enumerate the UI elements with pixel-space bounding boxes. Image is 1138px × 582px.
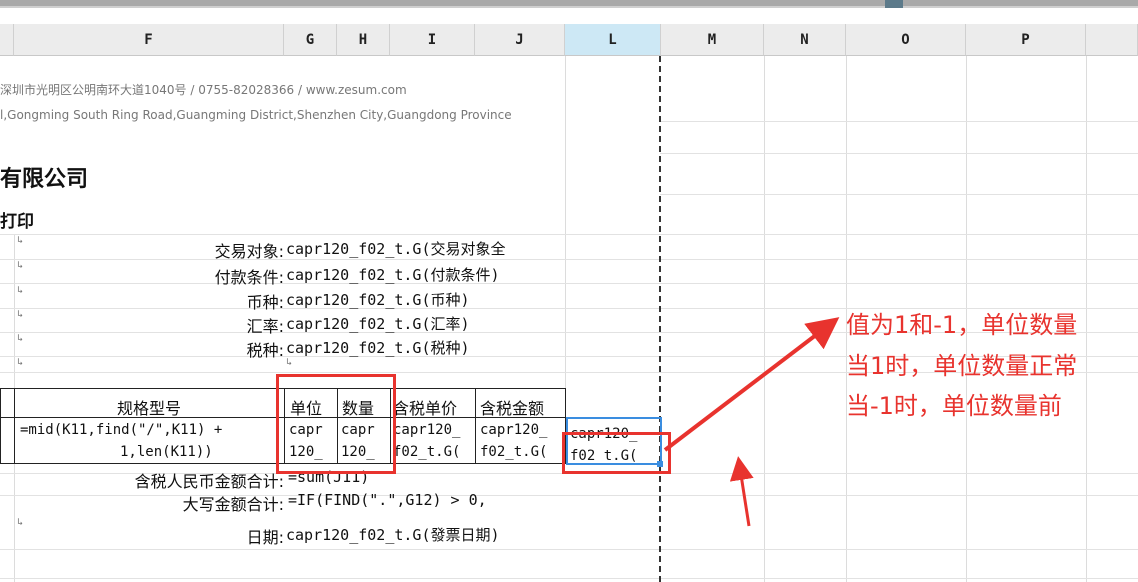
annotation-line-2: 当1时，单位数量正常	[846, 352, 1078, 380]
arrow-to-annotation	[663, 317, 840, 452]
annotation-arrows	[663, 317, 840, 527]
annotation-line-3: 当-1时，单位数量前	[846, 392, 1062, 420]
arrow-up	[729, 456, 754, 527]
annotation-line-1: 值为1和-1，单位数量	[846, 311, 1078, 339]
